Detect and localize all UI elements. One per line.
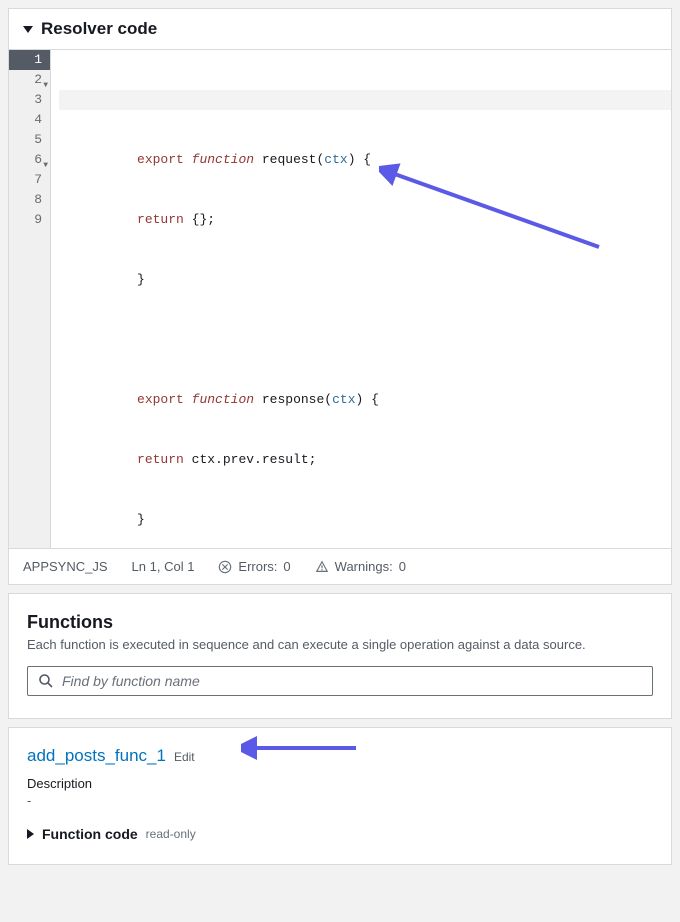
resolver-code-title: Resolver code	[41, 19, 157, 39]
read-only-badge: read-only	[146, 827, 196, 841]
cursor-position: Ln 1, Col 1	[132, 559, 195, 574]
code-editor[interactable]: 1 2▼ 3 4 5 6▼ 7 8 9 export function requ…	[9, 49, 671, 549]
code-area[interactable]: export function request(ctx) { return {}…	[51, 50, 671, 548]
chevron-right-icon	[27, 829, 34, 839]
errors-label: Errors:	[238, 559, 277, 574]
line-number: 6▼	[9, 150, 50, 170]
line-number: 9	[9, 210, 50, 230]
line-number: 8	[9, 190, 50, 210]
chevron-down-icon	[23, 26, 33, 33]
function-search-input[interactable]	[62, 673, 642, 689]
function-search-box[interactable]	[27, 666, 653, 696]
line-number: 2▼	[9, 70, 50, 90]
function-edit-link[interactable]: Edit	[174, 750, 195, 764]
code-line: return ctx.prev.result;	[59, 450, 671, 470]
functions-panel: Functions Each function is executed in s…	[8, 593, 672, 719]
line-number: 7	[9, 170, 50, 190]
line-number: 4	[9, 110, 50, 130]
language-indicator: APPSYNC_JS	[23, 559, 108, 574]
functions-subtitle: Each function is executed in sequence an…	[27, 637, 653, 652]
line-number: 5	[9, 130, 50, 150]
line-number: 3	[9, 90, 50, 110]
function-code-label: Function code	[42, 826, 138, 842]
code-line: export function response(ctx) {	[59, 390, 671, 410]
line-gutter: 1 2▼ 3 4 5 6▼ 7 8 9	[9, 50, 51, 548]
warnings-indicator: Warnings: 0	[315, 559, 406, 574]
errors-indicator: Errors: 0	[218, 559, 290, 574]
function-code-toggle[interactable]: Function code read-only	[27, 826, 653, 842]
code-line: }	[59, 510, 671, 530]
line-number: 1	[9, 50, 50, 70]
search-icon	[38, 673, 54, 689]
code-line	[59, 90, 671, 110]
resolver-code-panel: Resolver code 1 2▼ 3 4 5 6▼ 7 8 9 export…	[8, 8, 672, 585]
code-line: export function request(ctx) {	[59, 150, 671, 170]
code-line	[59, 330, 671, 350]
warning-icon	[315, 560, 329, 574]
warnings-label: Warnings:	[335, 559, 393, 574]
editor-status-bar: APPSYNC_JS Ln 1, Col 1 Errors: 0 Warning…	[9, 549, 671, 584]
errors-count: 0	[283, 559, 290, 574]
resolver-code-header[interactable]: Resolver code	[9, 9, 671, 49]
warnings-count: 0	[399, 559, 406, 574]
function-description-value: -	[27, 793, 653, 808]
function-name-link[interactable]: add_posts_func_1	[27, 746, 166, 766]
code-line: }	[59, 270, 671, 290]
functions-title: Functions	[27, 612, 653, 633]
function-detail-panel: add_posts_func_1 Edit Description - Func…	[8, 727, 672, 865]
function-description-label: Description	[27, 776, 653, 791]
code-line: return {};	[59, 210, 671, 230]
error-icon	[218, 560, 232, 574]
